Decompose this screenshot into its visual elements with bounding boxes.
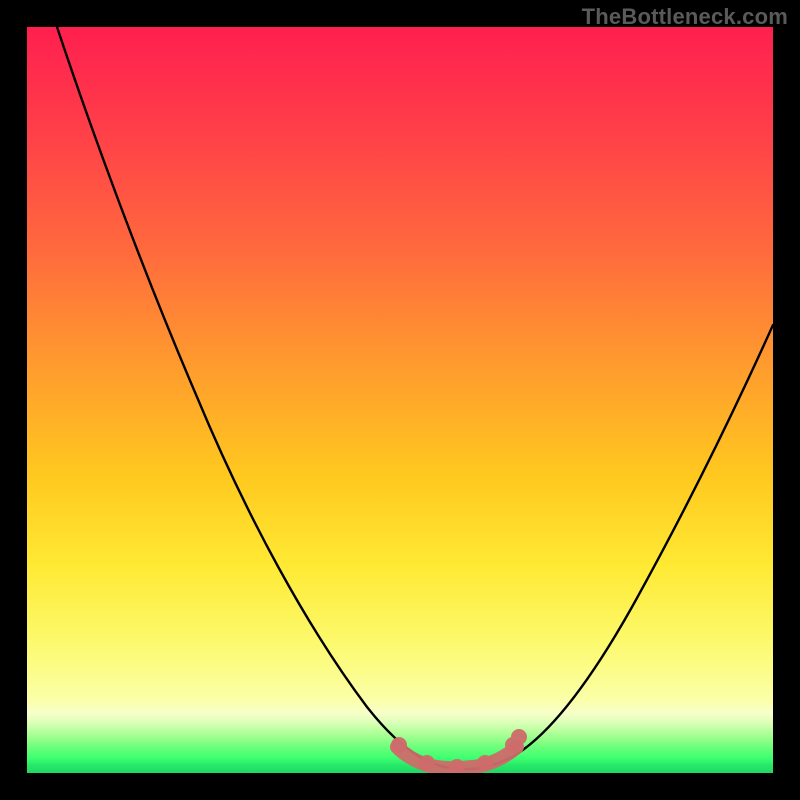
chart-frame: TheBottleneck.com	[0, 0, 800, 800]
watermark-text: TheBottleneck.com	[582, 4, 788, 30]
curve-layer	[27, 27, 773, 773]
dot	[511, 729, 527, 745]
dot	[477, 755, 493, 771]
dot	[391, 737, 407, 753]
plot-area	[27, 27, 773, 773]
dot	[419, 755, 435, 771]
bottleneck-curve	[57, 27, 773, 769]
